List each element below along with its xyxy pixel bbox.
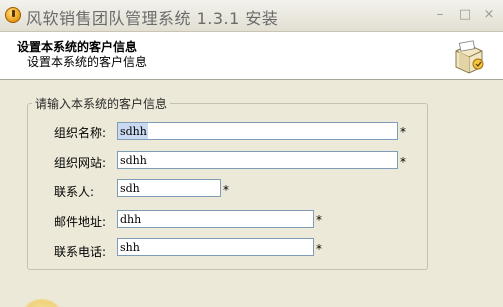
email-input[interactable] — [117, 210, 314, 228]
installer-box-icon — [455, 40, 484, 74]
org-name-input[interactable] — [117, 122, 398, 140]
required-marker: * — [223, 183, 229, 197]
contact-person-input[interactable] — [117, 179, 221, 197]
close-button[interactable]: × — [479, 6, 499, 24]
required-marker: * — [400, 155, 406, 169]
contact-person-label: 联系人: — [54, 185, 95, 199]
phone-label: 联系电话: — [54, 245, 107, 259]
maximize-button[interactable]: □ — [455, 6, 475, 24]
required-marker: * — [316, 242, 322, 256]
org-website-input[interactable] — [117, 151, 398, 169]
org-website-label: 组织网站: — [54, 156, 107, 170]
wizard-header: 设置本系统的客户信息 设置本系统的客户信息 — [0, 32, 503, 80]
bottom-logo-fragment — [22, 298, 62, 307]
minimize-button[interactable]: – — [430, 6, 450, 24]
phone-input[interactable] — [117, 238, 314, 256]
required-marker: * — [316, 213, 322, 227]
groupbox-legend: 请输入本系统的客户信息 — [32, 95, 171, 112]
title-bar: 风软销售团队管理系统 1.3.1 安装 – □ × — [0, 0, 503, 32]
page-subtitle: 设置本系统的客户信息 — [27, 55, 148, 69]
email-label: 邮件地址: — [54, 215, 107, 229]
org-name-label: 组织名称: — [54, 126, 107, 140]
window-title: 风软销售团队管理系统 1.3.1 安装 — [26, 9, 279, 28]
app-icon — [5, 7, 21, 23]
required-marker: * — [400, 125, 406, 139]
